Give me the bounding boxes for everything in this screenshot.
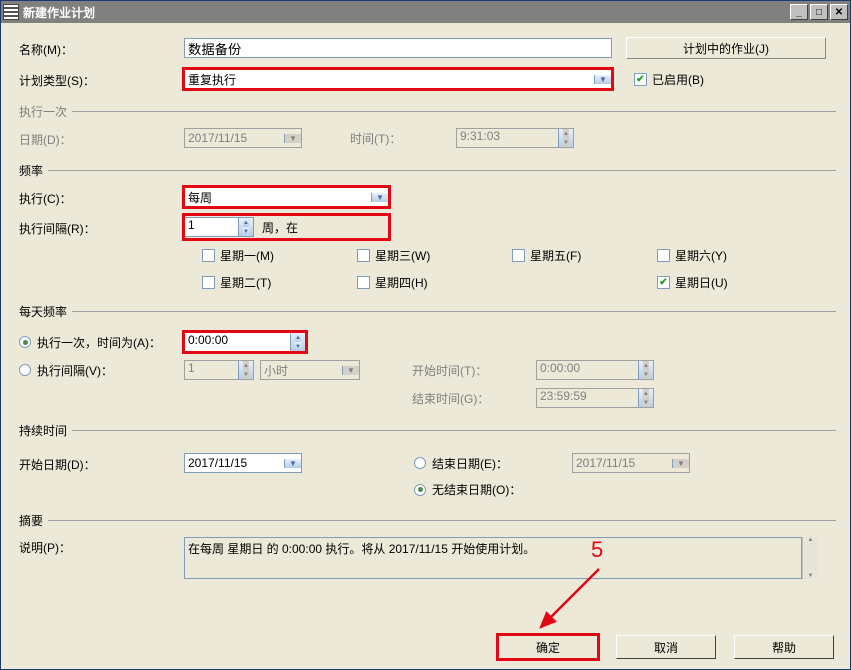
cancel-button[interactable]: 取消 (616, 635, 716, 659)
daily-end-time: 23:59:59▲▼ (536, 388, 654, 408)
day-sun-checkbox[interactable]: ✔星期日(U) (657, 274, 772, 291)
chevron-down-icon: ▼ (594, 75, 611, 84)
daily-interval-radio[interactable]: 执行间隔(V)： (19, 362, 184, 379)
freq-interval-label: 执行间隔(R)： (19, 218, 184, 237)
annotation-number: 5 (591, 537, 603, 563)
daily-once-radio[interactable]: 执行一次，时间为(A)： (19, 334, 184, 351)
once-date-label: 日期(D)： (19, 129, 184, 148)
window: 新建作业计划 _ □ ✕ 名称(M)： 计划中的作业(J) 计划类型(S)： 重… (0, 0, 851, 670)
frequency-group: 频率 执行(C)： 每周▼ 执行间隔(R)： 1▲▼ 周，在 星期一(M) 星期… (19, 162, 836, 293)
daily-start-time: 0:00:00▲▼ (536, 360, 654, 380)
name-input[interactable] (184, 38, 612, 58)
once-time-label: 时间(T)： (350, 130, 456, 147)
close-button[interactable]: ✕ (830, 4, 848, 20)
jobs-in-plan-button[interactable]: 计划中的作业(J) (626, 37, 826, 59)
scrollbar[interactable]: ▲▼ (802, 537, 818, 579)
schedule-type-combo[interactable]: 重复执行 ▼ (184, 69, 612, 89)
daily-once-time[interactable]: 0:00:00▲▼ (184, 332, 306, 352)
execute-once-group: 执行一次 日期(D)： 2017/11/15▼ 时间(T)： 9:31:03▲▼ (19, 103, 836, 158)
titlebar: 新建作业计划 _ □ ✕ (1, 1, 850, 23)
summary-text (184, 537, 802, 579)
daily-interval-spin: 1▲▼ (184, 360, 254, 380)
daily-interval-unit: 小时▼ (260, 360, 360, 380)
duration-group: 持续时间 开始日期(D)： 2017/11/15▼ 结束日期(E)： 2017/… (19, 422, 836, 508)
day-wed-checkbox[interactable]: 星期三(W) (357, 247, 482, 264)
day-mon-checkbox[interactable]: 星期一(M) (202, 247, 327, 264)
app-icon (3, 4, 19, 20)
minimize-button[interactable]: _ (790, 4, 808, 20)
annotation-arrow-icon (531, 561, 611, 641)
client-area: 名称(M)： 计划中的作业(J) 计划类型(S)： 重复执行 ▼ ✔ 已启用(B… (1, 23, 850, 669)
duration-start-date[interactable]: 2017/11/15▼ (184, 453, 302, 473)
freq-interval-spin[interactable]: 1▲▼ (184, 217, 254, 237)
enabled-checkbox[interactable]: ✔ 已启用(B) (634, 71, 704, 88)
window-title: 新建作业计划 (23, 4, 790, 21)
help-button[interactable]: 帮助 (734, 635, 834, 659)
day-fri-checkbox[interactable]: 星期五(F) (512, 247, 627, 264)
chevron-down-icon: ▼ (371, 193, 388, 202)
schedule-type-label: 计划类型(S)： (19, 70, 184, 89)
daily-freq-group: 每天频率 执行一次，时间为(A)： 0:00:00▲▼ 执行间隔(V)： 1▲▼ (19, 303, 836, 418)
end-date-radio[interactable]: 结束日期(E)： (414, 455, 572, 472)
no-end-date-radio[interactable]: 无结束日期(O)： (414, 481, 521, 498)
day-sat-checkbox[interactable]: 星期六(Y) (657, 247, 772, 264)
duration-end-date: 2017/11/15▼ (572, 453, 690, 473)
once-time-input: 9:31:03▲▼ (456, 128, 574, 148)
name-label: 名称(M)： (19, 39, 184, 58)
once-date-input: 2017/11/15▼ (184, 128, 302, 148)
freq-execute-label: 执行(C)： (19, 188, 184, 207)
maximize-button[interactable]: □ (810, 4, 828, 20)
freq-execute-combo[interactable]: 每周▼ (184, 187, 389, 207)
day-tue-checkbox[interactable]: 星期二(T) (202, 274, 327, 291)
summary-group: 摘要 说明(P)： ▲▼ (19, 512, 836, 589)
day-thu-checkbox[interactable]: 星期四(H) (357, 274, 482, 291)
